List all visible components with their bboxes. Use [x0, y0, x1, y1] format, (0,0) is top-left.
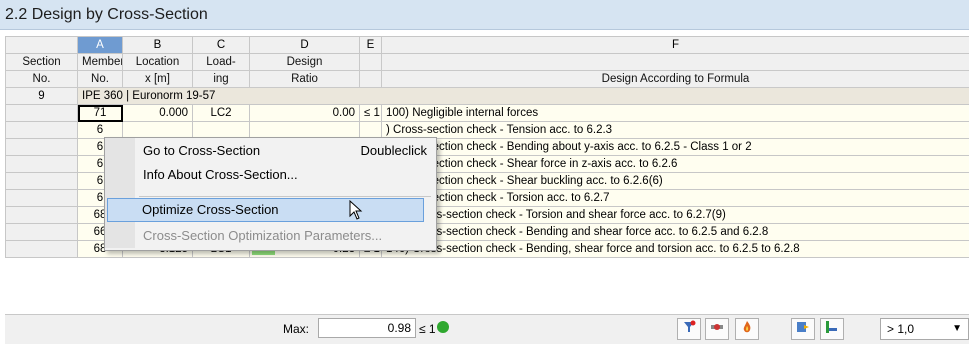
ratio-cell[interactable]	[250, 122, 360, 139]
table-row[interactable]: 6 ) Cross-section check - Tension acc. to…	[6, 122, 969, 139]
fire-icon[interactable]	[735, 318, 759, 340]
mouse-pointer-icon	[349, 200, 365, 222]
menu-optimization-parameters[interactable]: Cross-Section Optimization Parameters...	[143, 226, 382, 246]
export-icon[interactable]	[791, 318, 815, 340]
loading-header: Load-	[193, 54, 250, 71]
row-header[interactable]	[6, 156, 78, 173]
formula-cell[interactable]: ) Cross-section check - Bending about y-…	[382, 139, 969, 156]
column-letters-row: A B C D E F	[6, 37, 969, 54]
location-header: Location	[123, 54, 193, 71]
max-le: ≤ 1	[419, 322, 436, 336]
ratio-value: 0.00	[333, 107, 355, 119]
menu-info-cross-section[interactable]: Info About Cross-Section...	[143, 165, 298, 185]
formula-cell[interactable]: ) Cross-section check - Torsion acc. to …	[382, 190, 969, 207]
panel-title-bar: 2.2 Design by Cross-Section	[0, 0, 969, 30]
menu-optimize-label: Optimize Cross-Section	[142, 202, 279, 217]
formula-cell[interactable]: 146) Cross-section check - Bending, shea…	[382, 241, 969, 258]
loading-cell[interactable]: LC2	[193, 105, 250, 122]
formula-cell[interactable]: 141) Cross-section check - Bending and s…	[382, 224, 969, 241]
member-cell[interactable]: 6	[78, 122, 123, 139]
location-cell[interactable]: 0.000	[123, 105, 193, 122]
group-row[interactable]: 9 IPE 360 | Euronorm 19-57	[6, 88, 969, 105]
formula-cell[interactable]: 100) Negligible internal forces	[382, 105, 969, 122]
header-row-1: Section Member Location Load- Design	[6, 54, 969, 71]
menu-separator	[139, 196, 431, 197]
le-cell[interactable]: ≤ 1	[360, 105, 382, 122]
section-label: IPE 360 | Euronorm 19-57	[78, 88, 969, 105]
menu-goto-label: Go to Cross-Section	[143, 143, 260, 158]
panel-title: 2.2 Design by Cross-Section	[5, 6, 208, 24]
table-row[interactable]: 710.000LC2 0.00 ≤ 1100) Negligible interna…	[6, 105, 969, 122]
menu-optimize-cross-section[interactable]: Optimize Cross-Section	[107, 198, 424, 222]
row-header[interactable]	[6, 122, 78, 139]
col-header-e[interactable]: E	[360, 37, 382, 54]
formula-cell[interactable]: ) Cross-section check - Tension acc. to …	[382, 122, 969, 139]
member-cell[interactable]: 71	[78, 105, 123, 122]
context-menu: Go to Cross-Section Doubleclick Info Abo…	[104, 137, 437, 251]
filter-icon[interactable]	[677, 318, 701, 340]
chevron-down-icon: ▼	[952, 319, 962, 339]
max-value-box: 0.98	[318, 318, 416, 338]
row-header[interactable]	[6, 207, 78, 224]
le-header	[360, 54, 382, 71]
location-cell[interactable]	[123, 122, 193, 139]
row-header[interactable]	[6, 105, 78, 122]
section-number[interactable]: 9	[6, 88, 78, 105]
row-header[interactable]	[6, 224, 78, 241]
le-header-2	[360, 71, 382, 88]
member-header-2: No.	[78, 71, 123, 88]
corner-cell[interactable]	[6, 37, 78, 54]
header-row-2: No. No. x [m] ing Ratio Design According…	[6, 71, 969, 88]
formula-header: Design According to Formula	[382, 71, 969, 88]
menu-goto-cross-section[interactable]: Go to Cross-Section Doubleclick	[143, 141, 431, 161]
column-chart-icon[interactable]	[820, 318, 844, 340]
section-header: Section	[6, 54, 78, 71]
menu-goto-shortcut: Doubleclick	[361, 141, 427, 161]
menu-info-label: Info About Cross-Section...	[143, 167, 298, 182]
row-header[interactable]	[6, 241, 78, 258]
formula-header-top	[382, 54, 969, 71]
menu-params-label: Cross-Section Optimization Parameters...	[143, 228, 382, 243]
section-header-2: No.	[6, 71, 78, 88]
formula-cell[interactable]: 132) Cross-section check - Torsion and s…	[382, 207, 969, 224]
row-header[interactable]	[6, 173, 78, 190]
col-header-f[interactable]: F	[382, 37, 969, 54]
member-header: Member	[78, 54, 123, 71]
ratio-header: Design	[250, 54, 360, 71]
ratio-header-2: Ratio	[250, 71, 360, 88]
col-header-d[interactable]: D	[250, 37, 360, 54]
col-header-a[interactable]: A	[78, 37, 123, 54]
ratio-cell[interactable]: 0.00	[250, 105, 360, 122]
formula-cell[interactable]: ) Cross-section check - Shear buckling a…	[382, 173, 969, 190]
row-header[interactable]	[6, 190, 78, 207]
max-label: Max:	[283, 322, 309, 336]
menu-gutter	[105, 138, 135, 248]
ratio-filter-value: > 1,0	[887, 322, 914, 336]
ok-smiley-icon	[437, 321, 449, 333]
formula-cell[interactable]: ) Cross-section check - Shear force in z…	[382, 156, 969, 173]
col-header-b[interactable]: B	[123, 37, 193, 54]
table-footer: Max: 0.98 ≤ 1 > 1,0 ▼	[5, 314, 969, 344]
location-header-2: x [m]	[123, 71, 193, 88]
row-header[interactable]	[6, 139, 78, 156]
ratio-filter-combo[interactable]: > 1,0 ▼	[880, 318, 969, 340]
le-cell[interactable]	[360, 122, 382, 139]
loading-header-2: ing	[193, 71, 250, 88]
col-header-c[interactable]: C	[193, 37, 250, 54]
member-selection-icon[interactable]	[705, 318, 729, 340]
loading-cell[interactable]	[193, 122, 250, 139]
